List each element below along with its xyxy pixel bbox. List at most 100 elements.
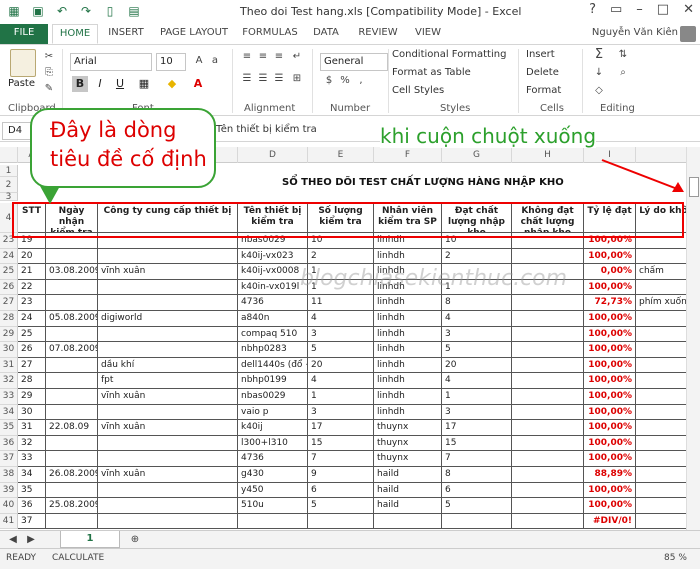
table-cell[interactable] <box>46 435 98 452</box>
table-cell[interactable]: 17 <box>308 420 374 436</box>
table-cell[interactable]: a840n <box>238 311 308 327</box>
row-header[interactable]: 3 <box>0 193 18 202</box>
table-cell[interactable]: vĩnh xuân <box>98 389 238 405</box>
table-cell[interactable]: 20 <box>308 357 374 374</box>
table-cell[interactable]: dell1440s (đổ + x <box>238 357 308 374</box>
prev-sheet-icon[interactable]: ◀ <box>6 534 20 546</box>
table-cell[interactable]: 25.08.2009 <box>46 498 98 514</box>
tab-home[interactable]: HOME <box>52 24 98 44</box>
table-cell[interactable] <box>636 483 686 499</box>
minimize-icon[interactable]: – <box>636 2 643 17</box>
table-cell[interactable]: 4 <box>442 311 512 327</box>
row-header[interactable]: 25 <box>0 264 18 280</box>
row-header[interactable]: 38 <box>0 467 18 483</box>
table-cell[interactable] <box>46 248 98 265</box>
table-cell[interactable] <box>98 482 238 499</box>
table-cell[interactable]: 21 <box>18 264 46 280</box>
cut-icon[interactable]: ✂ <box>42 51 56 63</box>
table-cell[interactable] <box>512 248 584 265</box>
formula-input[interactable]: Tên thiết bị kiểm tra <box>216 124 317 135</box>
table-cell[interactable] <box>512 482 584 499</box>
currency-icon[interactable]: $ <box>322 75 336 87</box>
font-color-icon[interactable]: A <box>190 76 206 92</box>
table-cell[interactable]: linhdh <box>374 326 442 343</box>
table-cell[interactable]: thuynx <box>374 420 442 436</box>
table-cell[interactable] <box>636 451 686 467</box>
table-cell[interactable]: 36 <box>18 498 46 514</box>
table-cell[interactable]: 07.08.2009 <box>46 342 98 358</box>
table-cell[interactable]: linhdh <box>374 373 442 389</box>
table-cell[interactable]: 5 <box>308 342 374 358</box>
underline-button[interactable]: U <box>112 76 128 92</box>
table-cell[interactable]: 28 <box>18 373 46 389</box>
align-center-icon[interactable]: ☰ <box>256 73 270 85</box>
table-cell[interactable]: 24 <box>18 311 46 327</box>
table-cell[interactable] <box>512 311 584 327</box>
save-icon[interactable]: ▣ <box>30 3 46 19</box>
table-cell[interactable]: fpt <box>98 373 238 389</box>
row-header[interactable]: 37 <box>0 451 18 467</box>
table-cell[interactable] <box>512 373 584 389</box>
table-cell[interactable] <box>512 498 584 514</box>
table-cell[interactable] <box>98 279 238 296</box>
table-cell[interactable]: 100,00% <box>584 326 636 343</box>
number-format-select[interactable]: General <box>320 53 388 71</box>
table-cell[interactable]: g430 <box>238 467 308 483</box>
table-cell[interactable] <box>636 280 686 296</box>
table-cell[interactable] <box>512 435 584 452</box>
find-select-icon[interactable]: ⌕ <box>616 67 630 79</box>
tab-insert[interactable]: INSERT <box>102 24 150 44</box>
column-header[interactable]: D <box>238 147 308 163</box>
table-cell[interactable]: 35 <box>18 482 46 499</box>
new-icon[interactable]: ▯ <box>102 3 118 19</box>
table-cell[interactable]: 11 <box>308 295 374 311</box>
table-cell[interactable]: 100,00% <box>584 357 636 374</box>
paste-button[interactable]: Paste <box>8 78 35 89</box>
table-cell[interactable] <box>636 311 686 327</box>
table-cell[interactable]: 7 <box>442 451 512 467</box>
table-cell[interactable]: 100,00% <box>584 451 636 467</box>
table-cell[interactable]: linhdh <box>374 357 442 374</box>
table-cell[interactable]: 3 <box>308 326 374 343</box>
format-cells-button[interactable]: Format <box>526 85 561 96</box>
table-cell[interactable]: 2 <box>308 248 374 265</box>
wrap-text-icon[interactable]: ↵ <box>290 51 304 63</box>
tab-page-layout[interactable]: PAGE LAYOUT <box>156 24 232 44</box>
table-cell[interactable]: 1 <box>308 389 374 405</box>
table-cell[interactable]: y450 <box>238 482 308 499</box>
row-header[interactable]: 1 <box>0 165 18 177</box>
row-header[interactable]: 39 <box>0 482 18 499</box>
table-cell[interactable]: 23 <box>18 295 46 311</box>
table-cell[interactable] <box>512 404 584 421</box>
table-cell[interactable] <box>512 326 584 343</box>
table-cell[interactable] <box>98 404 238 421</box>
close-icon[interactable]: ✕ <box>683 2 694 17</box>
column-header[interactable]: E <box>308 147 374 163</box>
table-cell[interactable]: 4 <box>442 373 512 389</box>
table-cell[interactable]: 26 <box>18 342 46 358</box>
table-cell[interactable]: linhdh <box>374 311 442 327</box>
percent-icon[interactable]: % <box>338 75 352 87</box>
table-cell[interactable]: 72,73% <box>584 295 636 311</box>
table-cell[interactable] <box>636 420 686 436</box>
table-cell[interactable]: 9 <box>308 467 374 483</box>
user-name[interactable]: Nguyễn Văn Kiên <box>592 27 678 38</box>
table-cell[interactable]: k40in-vx019l <box>238 279 308 296</box>
align-right-icon[interactable]: ☰ <box>272 73 286 85</box>
table-cell[interactable]: k40ij-vx0008 <box>238 264 308 280</box>
table-cell[interactable] <box>46 295 98 311</box>
table-cell[interactable] <box>46 357 98 374</box>
table-cell[interactable]: 31 <box>18 420 46 436</box>
table-cell[interactable] <box>636 327 686 343</box>
table-cell[interactable] <box>46 482 98 499</box>
table-cell[interactable]: 15 <box>442 435 512 452</box>
decrease-font-icon[interactable]: a <box>208 55 222 67</box>
table-cell[interactable] <box>46 279 98 296</box>
copy-icon[interactable]: ⎘ <box>42 67 56 79</box>
borders-icon[interactable]: ▦ <box>136 76 152 92</box>
tab-file[interactable]: FILE <box>0 24 48 44</box>
table-cell[interactable]: 100,00% <box>584 373 636 389</box>
column-header[interactable]: H <box>512 147 584 163</box>
table-cell[interactable] <box>512 467 584 483</box>
format-as-table-button[interactable]: Format as Table <box>392 67 471 78</box>
